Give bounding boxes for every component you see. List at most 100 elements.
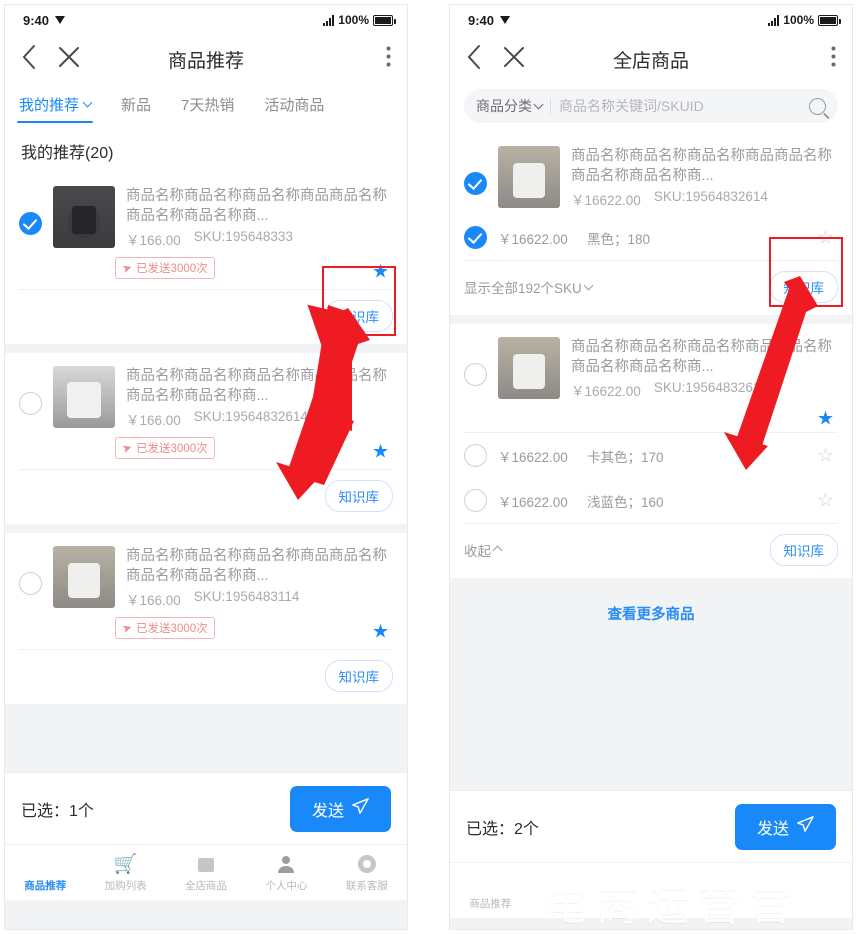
product-checkbox[interactable] (19, 212, 42, 235)
favorite-star-icon[interactable]: ☆ (817, 446, 834, 465)
product-row[interactable]: 商品名称商品名称商品名称商品商品名称商品名称商品名称商... ￥166.00 S… (19, 533, 393, 615)
send-button-label: 发送 (756, 820, 789, 838)
tab-my-recommend[interactable]: 我的推荐 (15, 83, 95, 125)
search-box[interactable]: 商品分类 商品名称关键词/SKUID (464, 89, 838, 123)
product-thumbnail[interactable] (498, 146, 560, 208)
chevron-down-icon (583, 280, 594, 291)
favorite-star-icon[interactable]: ★ (372, 263, 389, 282)
product-price: ￥166.00 (126, 413, 181, 428)
product-row[interactable]: 商品名称商品名称商品名称商品商品名称商品名称商品名称商... ￥166.00 S… (19, 353, 393, 435)
chevron-up-icon (492, 545, 503, 556)
product-price: ￥166.00 (126, 233, 181, 248)
product-name: 商品名称商品名称商品名称商品商品名称商品名称商品名称商... (126, 548, 387, 584)
product-checkbox[interactable] (19, 392, 42, 415)
right-scroll-area[interactable]: 商品名称商品名称商品名称商品商品名称商品名称商品名称商... ￥16622.00… (450, 133, 852, 790)
product-checkbox[interactable] (464, 172, 487, 195)
product-row[interactable]: 商品名称商品名称商品名称商品商品名称商品名称商品名称商... ￥166.00 S… (19, 173, 393, 255)
tabbar-item-cart-list[interactable]: 🛒 加购列表 (85, 853, 165, 893)
product-row[interactable]: 商品名称商品名称商品名称商品商品名称商品名称商品名称商... ￥16622.00… (464, 324, 838, 406)
paper-plane-icon: ➤ (120, 619, 134, 637)
product-card[interactable]: 商品名称商品名称商品名称商品商品名称商品名称商品名称商... ￥166.00 S… (5, 533, 407, 704)
view-more-products-link[interactable]: 查看更多商品 (450, 587, 852, 632)
product-name: 商品名称商品名称商品名称商品商品名称商品名称商品名称商... (571, 339, 832, 375)
sku-checkbox[interactable] (464, 444, 487, 467)
tabbar-label: 商品推荐 (24, 879, 67, 892)
sku-spec: 黑色；180 (587, 231, 651, 247)
sku-checkbox[interactable] (464, 489, 487, 512)
product-row[interactable]: 商品名称商品名称商品名称商品商品名称商品名称商品名称商... ￥16622.00… (464, 133, 838, 215)
sku-checkbox[interactable] (464, 226, 487, 249)
search-icon[interactable] (809, 97, 826, 115)
tab-new[interactable]: 新品 (117, 83, 155, 125)
sku-price: ￥16622.00 (498, 449, 568, 465)
favorite-star-icon[interactable]: ☆ (817, 228, 834, 247)
tabbar-item-profile[interactable]: 个人中心 (246, 853, 326, 893)
send-button[interactable]: 发送 (289, 785, 391, 832)
favorite-star-icon[interactable]: ★ (372, 623, 389, 642)
signal-icon (768, 14, 780, 26)
tabbar-item-all-products[interactable]: 全店商品 (166, 853, 246, 893)
close-icon[interactable] (502, 45, 526, 74)
collapse-sku-toggle[interactable]: 收起 (464, 540, 503, 560)
knowledge-base-row: 知识库 (19, 650, 393, 704)
product-sku: SKU:195648333 (193, 229, 293, 244)
product-card[interactable]: 商品名称商品名称商品名称商品商品名称商品名称商品名称商... ￥166.00 S… (5, 353, 407, 524)
status-time: 9:40 (468, 12, 495, 28)
knowledge-base-button[interactable]: 知识库 (324, 660, 393, 692)
left-navbar: 商品推荐 (5, 35, 407, 83)
sku-row[interactable]: ￥16622.00 浅蓝色；160 ☆ (464, 478, 838, 523)
tab-label: 7天热销 (181, 96, 235, 114)
send-button[interactable]: 发送 (734, 803, 836, 850)
sku-price: ￥16622.00 (498, 494, 568, 510)
wifi-icon (500, 16, 511, 24)
left-phone-screen: 9:40 100% 商品推荐 我的推荐 新品 7天热销 活动商品 我的推荐(20… (4, 4, 408, 930)
sku-row[interactable]: ￥16622.00 黑色；180 ☆ (464, 215, 838, 260)
expand-sku-toggle[interactable]: 显示全部192个SKU (464, 277, 594, 297)
sku-row[interactable]: ￥16622.00 卡其色；170 ☆ (464, 433, 838, 478)
more-vertical-icon[interactable] (386, 46, 391, 72)
tab-activity[interactable]: 活动商品 (260, 83, 328, 125)
favorite-star-icon[interactable]: ★ (372, 443, 389, 462)
product-thumbnail[interactable] (53, 366, 115, 428)
product-card[interactable]: 商品名称商品名称商品名称商品商品名称商品名称商品名称商... ￥166.00 S… (5, 173, 407, 344)
search-row: 商品分类 商品名称关键词/SKUID (450, 83, 852, 133)
left-tabbar: ★ 商品推荐 🛒 加购列表 全店商品 个人中心 联系客服 (5, 844, 407, 900)
chevron-left-icon[interactable] (466, 44, 482, 75)
wifi-icon (55, 16, 66, 24)
knowledge-base-button[interactable]: 知识库 (324, 480, 393, 512)
product-sku: SKU:19564832614 (653, 380, 768, 395)
favorite-star-icon[interactable]: ★ (817, 410, 834, 429)
left-scroll-area[interactable]: 我的推荐(20) 商品名称商品名称商品名称商品商品名称商品名称商品名称商... … (5, 125, 407, 772)
product-checkbox[interactable] (464, 363, 487, 386)
product-group-card[interactable]: 商品名称商品名称商品名称商品商品名称商品名称商品名称商... ￥16622.00… (450, 324, 852, 578)
tabbar-item-product-recommend[interactable]: ★ 商品推荐 (5, 853, 85, 893)
tab-label: 活动商品 (264, 96, 325, 114)
product-thumbnail[interactable] (498, 337, 560, 399)
category-dropdown[interactable]: 商品分类 (476, 96, 544, 116)
chevron-left-icon[interactable] (21, 44, 37, 75)
tabbar-item-contact-support[interactable]: 联系客服 (327, 853, 407, 893)
knowledge-base-row: 显示全部192个SKU 知识库 (464, 261, 838, 315)
product-group-card[interactable]: 商品名称商品名称商品名称商品商品名称商品名称商品名称商... ￥16622.00… (450, 133, 852, 315)
tabbar-label: 联系客服 (345, 879, 388, 892)
tab-7day-hot[interactable]: 7天热销 (177, 83, 238, 125)
product-sku: SKU:19564832614 (193, 409, 308, 424)
tabbar-item-product-recommend[interactable]: ★ 商品推荐 (450, 871, 530, 911)
product-price: ￥16622.00 (571, 384, 641, 399)
product-thumbnail[interactable] (53, 546, 115, 608)
favorite-star-icon[interactable]: ☆ (817, 491, 834, 510)
product-thumbnail[interactable] (53, 186, 115, 248)
knowledge-base-button[interactable]: 知识库 (324, 300, 393, 332)
knowledge-base-button[interactable]: 知识库 (769, 271, 838, 303)
selected-count-label: 已选：1个 (21, 802, 94, 820)
search-input[interactable]: 商品名称关键词/SKUID (559, 96, 801, 116)
product-checkbox[interactable] (19, 572, 42, 595)
sku-spec: 浅蓝色；160 (587, 494, 664, 510)
close-icon[interactable] (57, 45, 81, 74)
sent-count-label: 已发送3000次 (136, 623, 208, 635)
knowledge-base-button[interactable]: 知识库 (769, 534, 838, 566)
more-vertical-icon[interactable] (831, 46, 836, 72)
sent-count-label: 已发送3000次 (136, 263, 208, 275)
left-tabrow: 我的推荐 新品 7天热销 活动商品 (5, 83, 407, 125)
divider (550, 98, 551, 114)
